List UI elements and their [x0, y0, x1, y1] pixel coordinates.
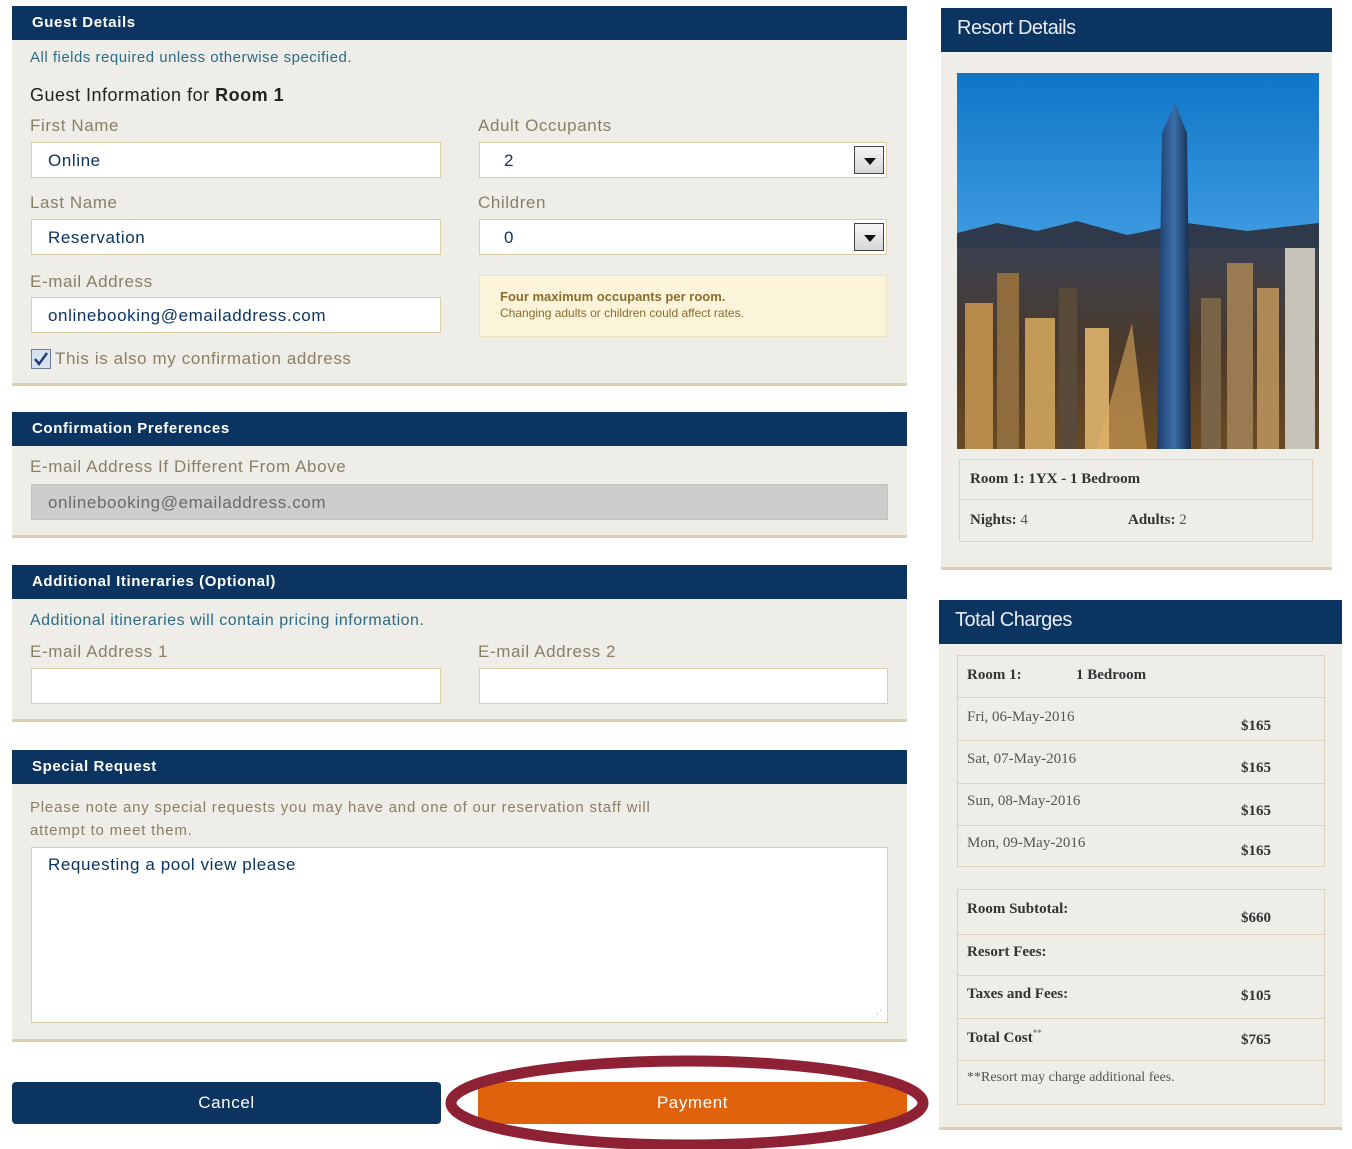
divider: [958, 934, 1324, 935]
first-name-label: First Name: [30, 116, 120, 135]
room-guest-title-room: Room 1: [215, 85, 285, 105]
divider: [958, 1060, 1324, 1061]
taxes-value: $105: [1241, 988, 1271, 1004]
total-charges-panel: Total Charges Room 1: 1 Bedroom Fri, 06-…: [939, 600, 1342, 1130]
guest-details-header: Guest Details: [12, 6, 907, 40]
adults-select[interactable]: 2: [479, 142, 887, 178]
fees-footnote: **Resort may charge additional fees.: [967, 1070, 1175, 1085]
night-amount-3: $165: [1241, 803, 1271, 819]
last-name-input[interactable]: Reservation: [31, 219, 441, 255]
adults-summary-label: Adults:: [1128, 512, 1176, 528]
additional-itineraries-panel: Additional Itineraries (Optional) Additi…: [12, 565, 907, 722]
children-label: Children: [478, 193, 547, 212]
taxes-label: Taxes and Fees:: [967, 986, 1069, 1002]
cancel-button[interactable]: Cancel: [12, 1082, 441, 1124]
total-charges-header: Total Charges: [939, 600, 1342, 644]
divider: [958, 1018, 1324, 1019]
occupancy-note-line1: Four maximum occupants per room.: [500, 289, 726, 304]
nights-value: 4: [1020, 512, 1028, 528]
chevron-down-icon[interactable]: [854, 223, 884, 251]
divider: [958, 783, 1324, 784]
nights-label: Nights:: [970, 512, 1017, 528]
room-subtotal-value: $660: [1241, 910, 1271, 926]
divider: [958, 697, 1324, 698]
special-request-text: Requesting a pool view please: [48, 855, 296, 874]
night-amount-2: $165: [1241, 760, 1271, 776]
confirmation-address-checkbox[interactable]: [31, 349, 51, 369]
special-request-note-line1: Please note any special requests you may…: [30, 799, 651, 816]
itinerary-email2-label: E-mail Address 2: [478, 642, 617, 661]
night-date-1: Fri, 06-May-2016: [967, 709, 1075, 725]
adults-summary-value: 2: [1179, 512, 1187, 528]
adults-select-value: 2: [504, 151, 514, 170]
itinerary-email1-label: E-mail Address 1: [30, 642, 169, 661]
guest-details-panel: Guest Details All fields required unless…: [12, 6, 907, 386]
total-cost-marker: **: [1032, 1028, 1042, 1038]
room-guest-title: Guest Information for Room 1: [30, 85, 284, 106]
last-name-label: Last Name: [30, 193, 118, 212]
special-request-note: Please note any special requests you may…: [30, 796, 651, 842]
highlight-ring: [445, 1055, 929, 1149]
confirmation-email-label: E-mail Address If Different From Above: [30, 457, 347, 476]
resize-handle-icon[interactable]: ⋰: [872, 1009, 883, 1020]
resort-details-header: Resort Details: [941, 8, 1332, 52]
itineraries-note: Additional itineraries will contain pric…: [30, 612, 425, 629]
first-name-input[interactable]: Online: [31, 142, 441, 178]
divider: [958, 825, 1324, 826]
special-request-header: Special Request: [12, 750, 907, 784]
night-date-4: Mon, 09-May-2016: [967, 835, 1086, 851]
email-input[interactable]: onlinebooking@emailaddress.com: [31, 297, 441, 333]
room-subtotal-label: Room Subtotal:: [967, 901, 1069, 917]
confirmation-address-label: This is also my confirmation address: [55, 349, 352, 368]
charges-room-type: 1 Bedroom: [1076, 667, 1147, 683]
confirmation-preferences-header: Confirmation Preferences: [12, 412, 907, 446]
itinerary-email2-input[interactable]: [479, 668, 888, 704]
resort-fees-label: Resort Fees:: [967, 944, 1047, 960]
special-request-panel: Special Request Please note any special …: [12, 750, 907, 1042]
confirmation-preferences-panel: Confirmation Preferences E-mail Address …: [12, 412, 907, 538]
resort-details-panel: Resort Details Room 1: 1YX - 1 Bedroom N…: [941, 8, 1332, 570]
adults-label: Adult Occupants: [478, 116, 612, 135]
room-guest-title-prefix: Guest Information for: [30, 85, 210, 105]
children-select-value: 0: [504, 228, 514, 247]
confirmation-email-input[interactable]: onlinebooking@emailaddress.com: [31, 484, 888, 520]
charges-room-label: Room 1:: [967, 667, 1022, 683]
itinerary-email1-input[interactable]: [31, 668, 441, 704]
occupancy-note-line2: Changing adults or children could affect…: [500, 306, 744, 320]
resort-nights: Nights: 4: [970, 512, 1028, 529]
required-fields-note: All fields required unless otherwise spe…: [30, 49, 352, 66]
night-amount-4: $165: [1241, 843, 1271, 859]
checkmark-icon: [34, 352, 48, 366]
children-select[interactable]: 0: [479, 219, 887, 255]
chevron-down-icon[interactable]: [854, 146, 884, 174]
total-cost-label: Total Cost**: [967, 1028, 1042, 1046]
email-label: E-mail Address: [30, 272, 153, 291]
resort-adults: Adults: 2: [1128, 512, 1187, 529]
resort-photo: [957, 73, 1319, 449]
night-amount-1: $165: [1241, 718, 1271, 734]
additional-itineraries-header: Additional Itineraries (Optional): [12, 565, 907, 599]
night-date-3: Sun, 08-May-2016: [967, 793, 1081, 809]
divider: [958, 975, 1324, 976]
divider: [958, 740, 1324, 741]
divider: [960, 499, 1312, 500]
special-request-note-line2: attempt to meet them.: [30, 822, 193, 839]
special-request-textarea[interactable]: Requesting a pool view please ⋰: [31, 847, 888, 1023]
occupancy-note: Four maximum occupants per room. Changin…: [479, 275, 887, 337]
resort-room-label: Room 1: 1YX - 1 Bedroom: [970, 471, 1141, 487]
night-date-2: Sat, 07-May-2016: [967, 751, 1077, 767]
total-cost-value: $765: [1241, 1032, 1271, 1048]
